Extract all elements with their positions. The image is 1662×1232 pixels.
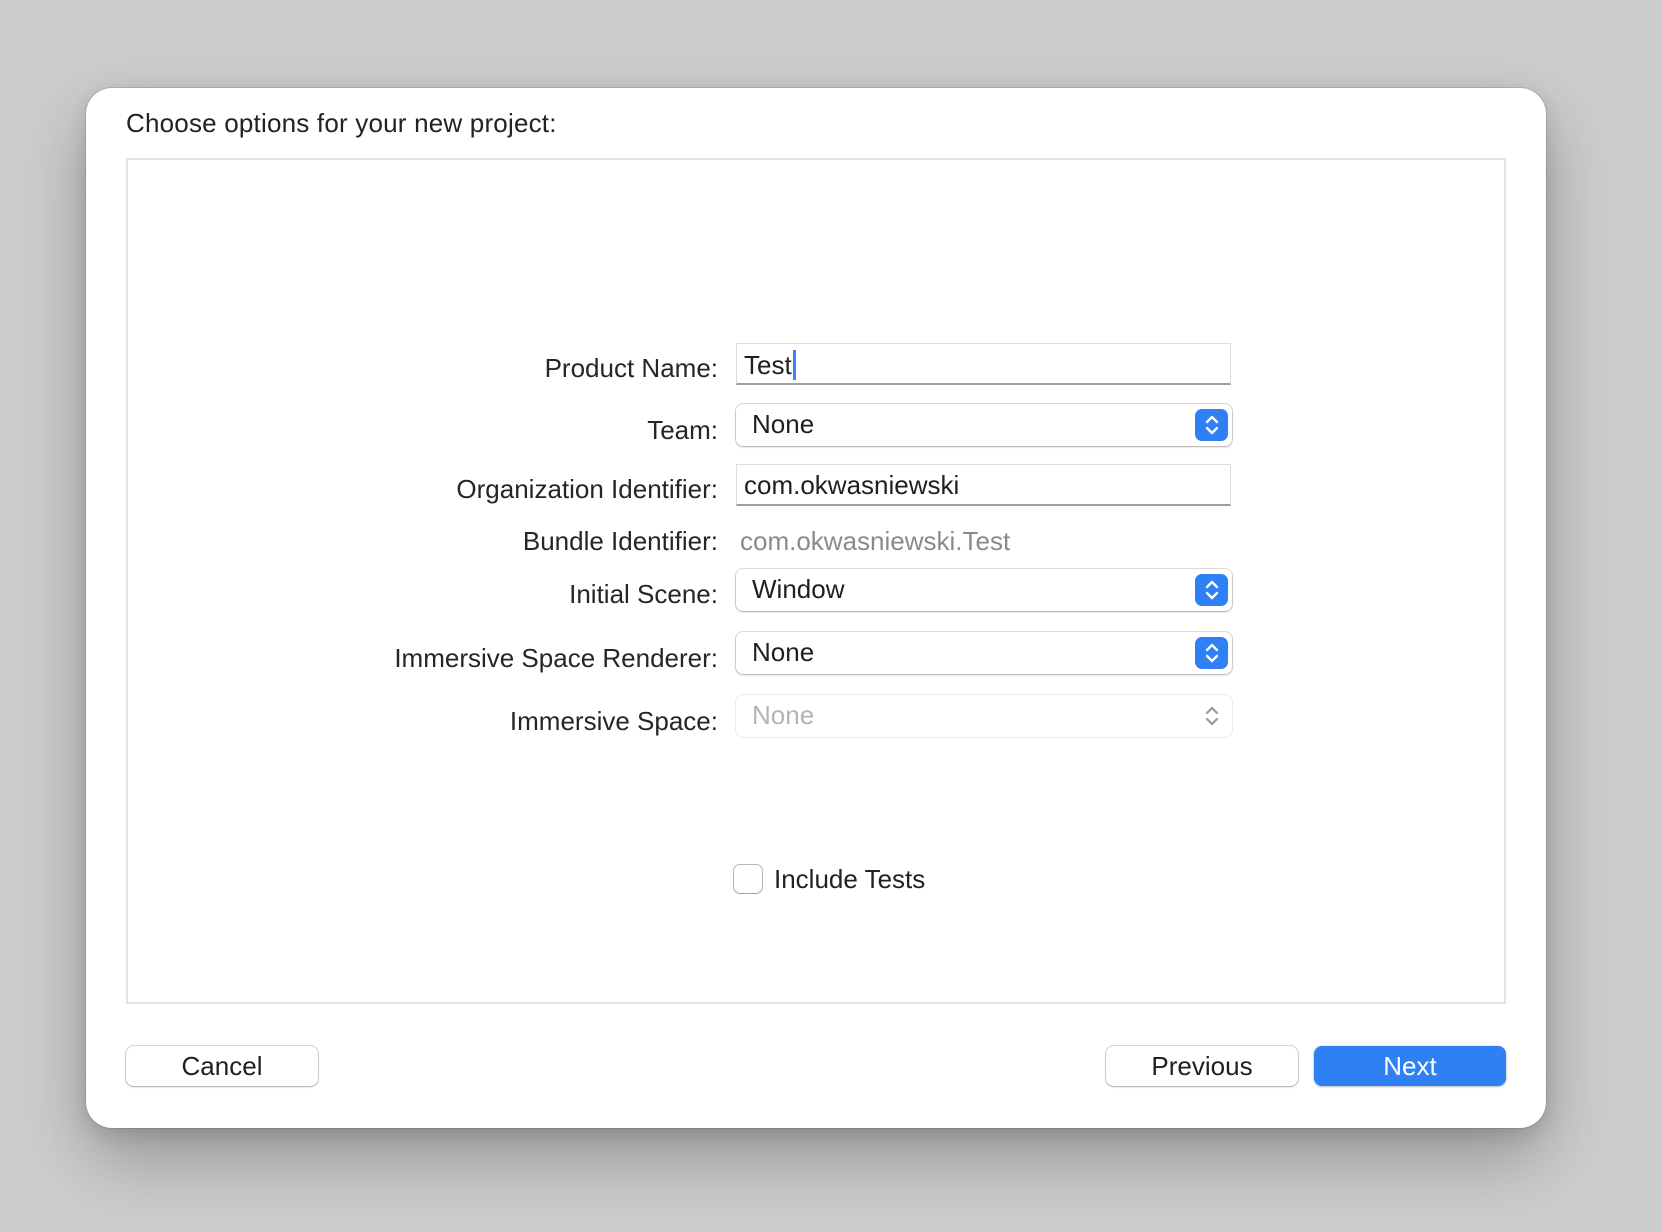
immersive-space-popup: None (736, 695, 1232, 737)
popup-chevrons-icon (1195, 637, 1228, 669)
include-tests-row[interactable]: Include Tests (734, 862, 925, 896)
popup-chevrons-icon (1195, 409, 1228, 441)
immersive-space-renderer-popup[interactable]: None (736, 632, 1232, 674)
options-pane: Product Name: Test Team: None Organizati… (126, 158, 1506, 1004)
initial-scene-popup[interactable]: Window (736, 569, 1232, 611)
previous-button[interactable]: Previous (1106, 1046, 1298, 1086)
team-popup[interactable]: None (736, 404, 1232, 446)
next-button[interactable]: Next (1314, 1046, 1506, 1086)
product-name-value: Test (744, 350, 792, 380)
initial-scene-label: Initial Scene: (569, 579, 718, 609)
cancel-button[interactable]: Cancel (126, 1046, 318, 1086)
include-tests-checkbox[interactable] (734, 865, 762, 893)
initial-scene-popup-value: Window (752, 574, 845, 604)
organization-identifier-value: com.okwasniewski (744, 470, 960, 500)
popup-chevrons-icon (1195, 574, 1228, 606)
text-caret (792, 350, 796, 380)
team-label: Team: (647, 415, 718, 445)
immersive-space-popup-value: None (752, 700, 815, 730)
dialog-title: Choose options for your new project: (126, 108, 557, 138)
new-project-options-dialog: Choose options for your new project: Pro… (86, 88, 1546, 1128)
team-popup-value: None (752, 409, 815, 439)
popup-chevrons-icon (1195, 700, 1228, 732)
immersive-space-renderer-popup-value: None (752, 637, 815, 667)
include-tests-label[interactable]: Include Tests (774, 864, 925, 895)
immersive-space-renderer-label: Immersive Space Renderer: (394, 643, 718, 673)
product-name-field[interactable]: Test (736, 343, 1231, 385)
bundle-identifier-value: com.okwasniewski.Test (740, 526, 1011, 556)
organization-identifier-label: Organization Identifier: (456, 474, 718, 504)
product-name-label: Product Name: (544, 353, 718, 383)
organization-identifier-field[interactable]: com.okwasniewski (736, 464, 1231, 506)
immersive-space-label: Immersive Space: (509, 706, 718, 736)
bundle-identifier-label: Bundle Identifier: (522, 526, 718, 556)
